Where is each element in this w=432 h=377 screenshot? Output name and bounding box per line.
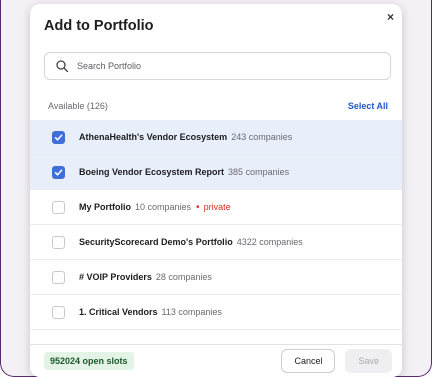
portfolio-name: SecurityScorecard Demo's Portfolio [79,237,233,247]
portfolio-count: 243 companies [231,132,293,142]
dialog-title: Add to Portfolio [44,18,154,34]
portfolio-count: 28 companies [155,272,212,282]
search-input[interactable] [77,61,357,71]
portfolio-count: 10 companies [135,202,192,212]
list-header: Available (126) Select All [48,101,388,111]
checkbox[interactable] [52,235,65,249]
open-slots-badge: 952024 open slots [44,352,134,370]
list-item[interactable]: 1. Critical Vendors 113 companies [30,295,402,330]
portfolio-name: 1. Critical Vendors [79,307,158,317]
list-item[interactable]: AthenaHealth's Vendor Ecosystem 243 comp… [30,120,402,155]
portfolio-count: 113 companies [161,307,222,317]
list-item[interactable]: Boeing Vendor Ecosystem Report 385 compa… [30,155,402,190]
portfolio-name: # VOIP Providers [79,272,152,282]
portfolio-name: Boeing Vendor Ecosystem Report [79,167,225,177]
dot-separator: • [196,201,200,213]
portfolio-count: 385 companies [228,167,290,177]
close-icon[interactable]: × [387,10,394,24]
portfolio-name: My Portfolio [79,202,131,212]
available-count: Available (126) [48,101,108,111]
portfolio-name: AthenaHealth's Vendor Ecosystem [79,132,228,142]
add-to-portfolio-dialog: × Add to Portfolio Available (126) Selec… [30,4,402,377]
search-box[interactable] [44,52,391,80]
checkbox[interactable] [52,200,65,214]
select-all-link[interactable]: Select All [348,101,388,111]
save-button[interactable]: Save [345,349,392,373]
checkbox[interactable] [52,270,65,284]
checkbox[interactable] [52,165,65,179]
checkbox[interactable] [52,305,65,319]
portfolio-count: 4322 companies [236,237,303,247]
portfolio-list: AthenaHealth's Vendor Ecosystem 243 comp… [30,120,402,330]
check-icon [54,168,63,176]
dialog-footer: 952024 open slots Cancel Save [30,344,402,377]
private-tag: private [203,202,231,212]
list-item[interactable]: # VOIP Providers 28 companies [30,260,402,295]
check-icon [54,133,63,141]
list-item[interactable]: My Portfolio 10 companies • private [30,190,402,225]
cancel-button[interactable]: Cancel [281,349,336,373]
search-icon [56,60,69,73]
list-item[interactable]: SecurityScorecard Demo's Portfolio 4322 … [30,225,402,260]
checkbox[interactable] [52,130,65,144]
